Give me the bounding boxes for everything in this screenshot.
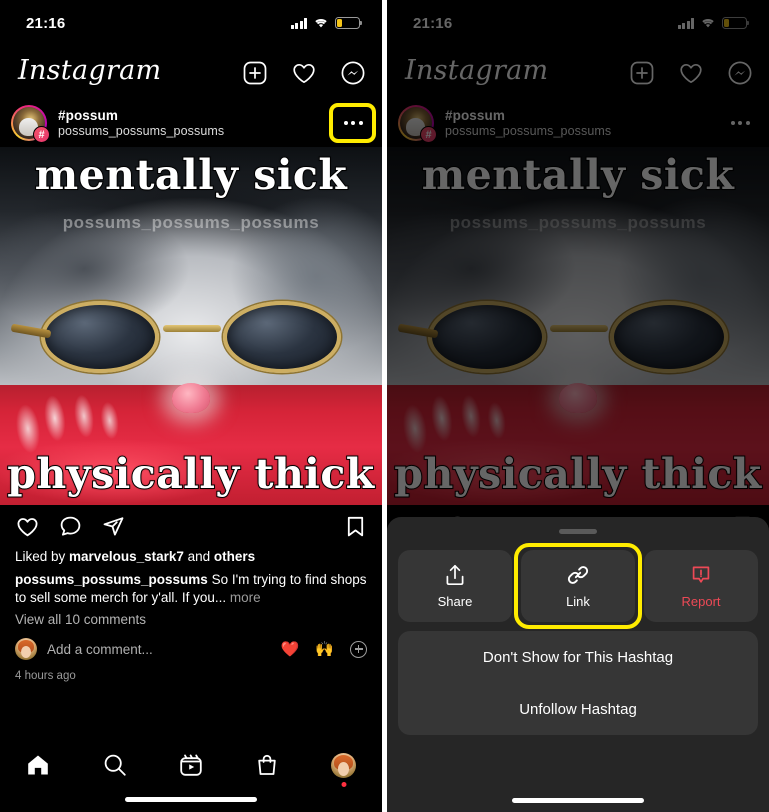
link-sheet-button[interactable]: Link [514,543,642,629]
sheet-action-buttons: Share Link Report [398,543,758,629]
tab-shop[interactable] [229,748,305,782]
home-icon [25,752,51,778]
notification-dot [341,781,347,787]
sheet-drag-handle[interactable] [559,529,597,534]
dot [343,121,348,125]
hashtag-badge: # [33,126,50,143]
phone-screen-action-sheet: 21:16 Instagram [387,0,769,812]
tab-profile[interactable] [306,748,382,787]
post-timestamp: 4 hours ago [15,670,76,682]
status-icons [290,17,363,29]
comment-icon[interactable] [58,514,83,539]
dot [358,121,363,125]
post-action-bar [0,505,382,547]
sheet-options-list: Don't Show for This Hashtag Unfollow Has… [398,631,758,735]
post-caption: possums_possums_possums So I'm trying to… [15,571,367,607]
shop-bag-icon [254,752,280,778]
post-hashtag-title[interactable]: #possum [58,108,327,123]
current-user-avatar [15,638,37,660]
home-indicator [512,798,644,803]
screenshot-stage: 21:16 Instagram # #possum possums_possum… [0,0,769,812]
activity-heart-icon[interactable] [291,60,317,86]
likes-prefix: Liked by [15,549,70,564]
likes-username[interactable]: marvelous_stark7 [69,549,184,564]
meme-watermark: possums_possums_possums [62,213,320,232]
share-sheet-button[interactable]: Share [398,550,512,622]
tab-search[interactable] [76,748,152,782]
link-sheet-label: Link [566,594,590,609]
meme-bottom-text: physically thick [6,450,375,498]
caption-author[interactable]: possums_possums_possums [15,572,208,587]
battery-low-icon [335,17,363,29]
likes-middle: and [183,549,214,564]
post-identity: #possum possums_possums_possums [58,108,327,138]
likes-summary: Liked by marvelous_stark7 and others [15,547,367,566]
plus-circle-icon[interactable] [350,640,367,658]
report-sheet-button[interactable]: Report [644,550,758,622]
dot [351,121,355,125]
post-options-action-sheet: Share Link Report Don't Show for This Ha… [387,517,769,812]
status-time: 21:16 [26,14,66,32]
bookmark-icon[interactable] [343,514,368,539]
share-upload-icon [443,563,467,587]
unfollow-hashtag-item[interactable]: Unfollow Hashtag [398,683,758,735]
post-caption-block: Liked by marvelous_stark7 and others pos… [0,547,382,682]
status-bar: 21:16 [0,0,382,46]
post-media[interactable]: mentally sick possums_possums_possums ph… [0,147,382,505]
likes-others[interactable]: others [214,549,255,564]
tab-home[interactable] [0,748,76,782]
avatar[interactable]: # [11,105,50,143]
instagram-logo: Instagram [18,55,162,86]
profile-avatar [331,752,357,787]
comment-input[interactable]: Add a comment... [47,642,271,657]
phone-screen-feed: 21:16 Instagram # #possum possums_possum… [0,0,382,812]
add-comment-row: Add a comment... ❤️ 🙌 [15,634,367,664]
report-sheet-label: Report [681,594,721,609]
tab-bar [0,734,382,812]
tab-reels[interactable] [153,748,229,782]
dont-show-hashtag-item[interactable]: Don't Show for This Hashtag [398,631,758,683]
report-warning-icon [689,563,713,587]
raised-hands-emoji-button[interactable]: 🙌 [315,642,334,657]
meme-top-text: mentally sick [34,151,348,199]
view-comments-link[interactable]: View all 10 comments [15,612,367,627]
app-header-icons [242,60,366,86]
like-icon[interactable] [15,514,40,539]
heart-emoji-button[interactable]: ❤️ [281,642,300,657]
share-sheet-label: Share [437,594,473,609]
home-indicator [125,797,257,802]
app-header: Instagram [0,46,382,99]
post-username[interactable]: possums_possums_possums [58,124,327,138]
search-icon [102,752,128,778]
cellular-signal-icon [290,17,307,29]
quick-reactions: ❤️ 🙌 [281,640,367,658]
post-header: # #possum possums_possums_possums [0,99,382,147]
share-post-icon[interactable] [101,514,126,539]
add-post-icon[interactable] [242,60,268,86]
wifi-icon [313,17,329,29]
chain-link-icon [566,563,590,587]
messenger-icon[interactable] [340,60,366,86]
post-more-options-button[interactable] [329,103,376,143]
reels-icon [178,752,204,778]
caption-more-link[interactable]: more [226,590,261,605]
